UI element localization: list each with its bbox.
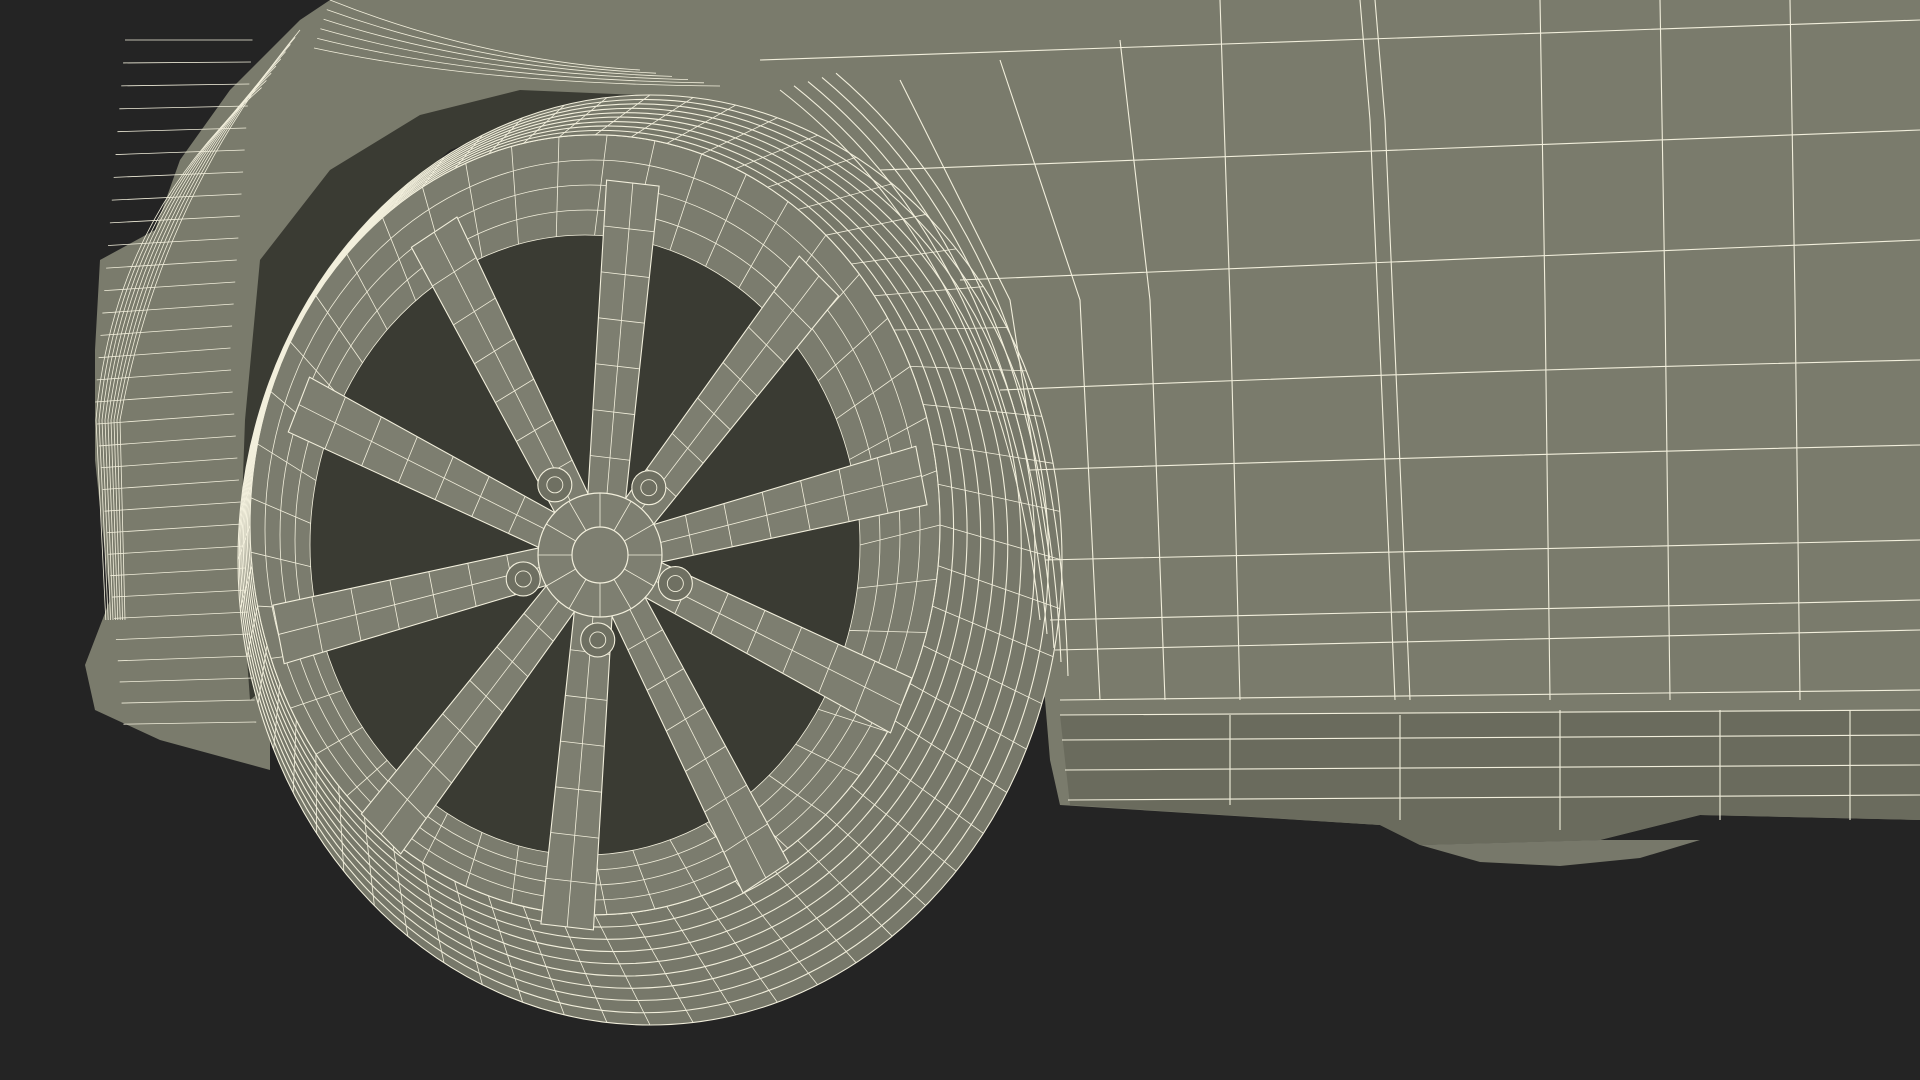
lug-nut [657,565,693,602]
lug-nut [505,561,541,597]
fender-cross-line [121,83,250,87]
fender-cross-line [123,61,251,64]
lug-nut [537,467,573,503]
rocker-panel [1060,710,1920,845]
render-viewport [0,0,1920,1080]
center-cap [571,526,629,584]
car-wireframe-render [85,0,1920,1026]
lug-nut [580,622,616,658]
lug-nut [631,470,667,506]
